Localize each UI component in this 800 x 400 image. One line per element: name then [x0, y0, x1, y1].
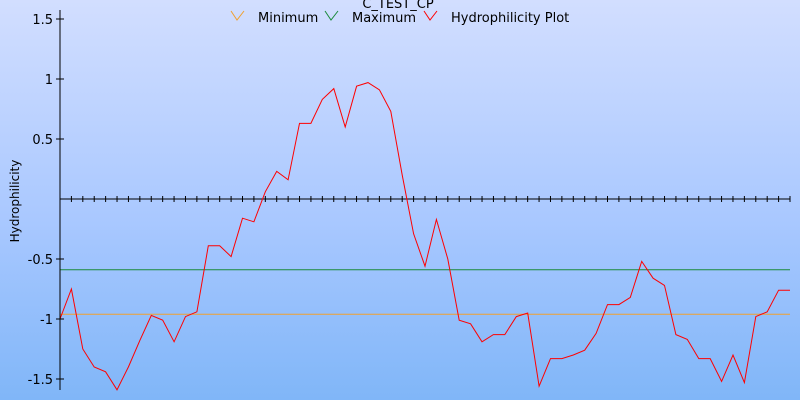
legend-label: Hydrophilicity Plot [451, 11, 569, 26]
y-tick-label: -1 [40, 313, 53, 328]
legend-icon [324, 10, 339, 21]
y-axis-title: Hydrophilicity [8, 160, 22, 243]
y-tick-label: 0.5 [32, 133, 53, 148]
chart-container: 1.5 1 0.5 -0.5 -1 -1.5 Minimum Maximum Hydrophi… [0, 0, 800, 400]
series-line-hydrophilicity-plot [59, 82, 790, 391]
legend-icon [230, 10, 245, 21]
y-tick-label: 1 [45, 73, 53, 88]
legend-label: Minimum [258, 11, 318, 26]
chart-title: C_TEST_CP [362, 0, 434, 12]
hydrophilicity-chart: 1.5 1 0.5 -0.5 -1 -1.5 Minimum Maximum Hydrophi… [8, 0, 791, 391]
zero-baseline [59, 196, 791, 202]
legend: Minimum Maximum Hydrophilicity Plot [230, 10, 569, 26]
legend-label: Maximum [352, 11, 416, 26]
legend-icon [423, 10, 438, 21]
y-tick-label: -1.5 [28, 373, 53, 388]
y-axis: 1.5 1 0.5 -0.5 -1 -1.5 [28, 10, 64, 390]
y-tick-label: 1.5 [32, 13, 53, 28]
series-layer [59, 82, 790, 391]
y-tick-label: -0.5 [28, 253, 53, 268]
reference-lines [60, 269, 790, 315]
